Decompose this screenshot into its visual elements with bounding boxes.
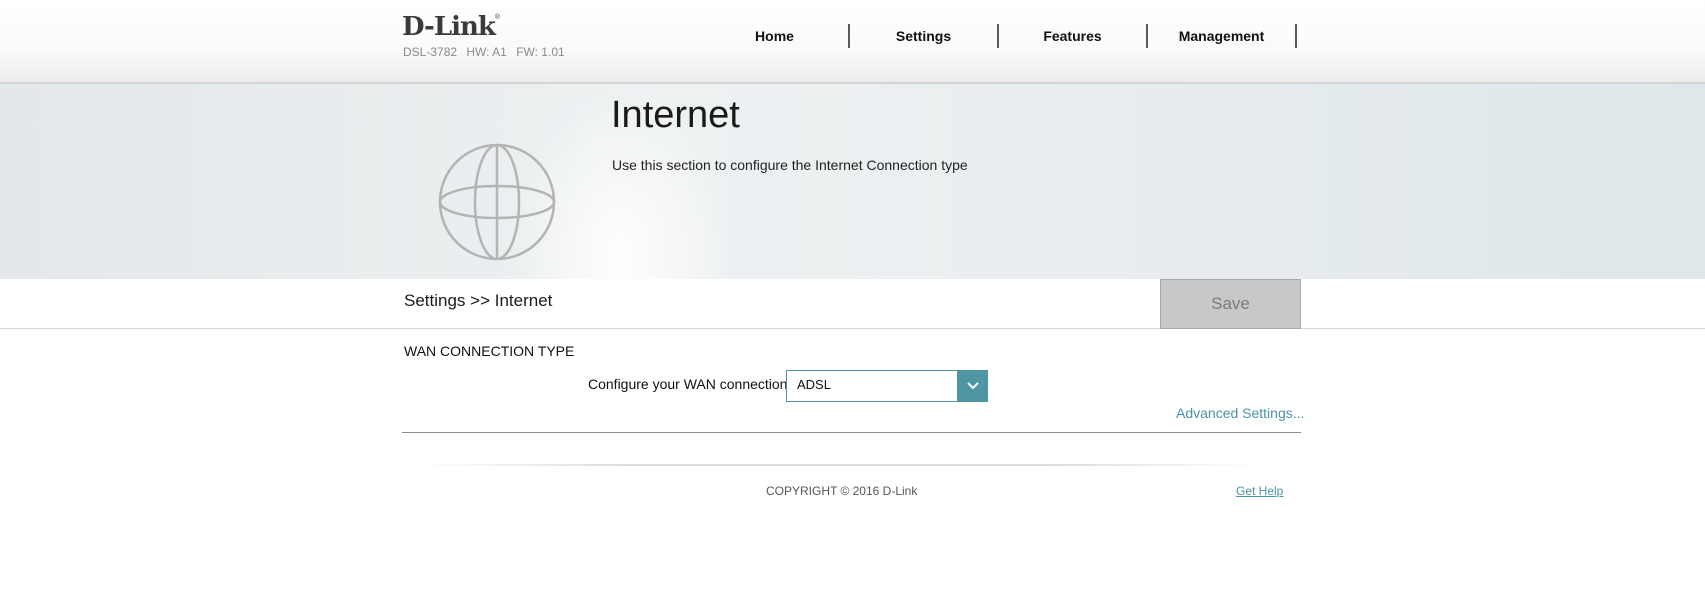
page-description: Use this section to configure the Intern…	[612, 157, 968, 173]
footer-divider	[420, 464, 1260, 466]
nav-home[interactable]: Home	[701, 24, 850, 48]
nav-settings[interactable]: Settings	[850, 24, 999, 48]
section-divider	[402, 432, 1301, 433]
wan-connection-value: ADSL	[797, 377, 831, 392]
globe-icon	[438, 143, 556, 261]
copyright-text: COPYRIGHT © 2016 D-Link	[766, 484, 918, 498]
nav-management[interactable]: Management	[1148, 24, 1297, 48]
wan-connection-select[interactable]: ADSL	[786, 370, 988, 402]
model-number: DSL-3782	[403, 45, 458, 59]
page-hero: Internet Use this section to configure t…	[0, 84, 1705, 280]
main-nav: Home Settings Features Management	[701, 24, 1297, 50]
dlink-logo[interactable]: D-Link®	[402, 14, 500, 40]
breadcrumb-bar: Settings >> Internet Save	[0, 279, 1705, 329]
advanced-settings-link[interactable]: Advanced Settings...	[1176, 405, 1304, 421]
breadcrumb: Settings >> Internet	[404, 291, 553, 310]
hardware-version: HW: A1	[466, 45, 507, 59]
chevron-down-icon[interactable]	[957, 370, 988, 402]
firmware-version: FW: 1.01	[516, 45, 565, 59]
device-info: DSL-3782 HW: A1 FW: 1.01	[403, 45, 571, 59]
get-help-link[interactable]: Get Help	[1236, 484, 1283, 498]
save-button[interactable]: Save	[1160, 279, 1301, 329]
section-title: WAN CONNECTION TYPE	[404, 343, 575, 359]
nav-features[interactable]: Features	[999, 24, 1148, 48]
top-header: D-Link® DSL-3782 HW: A1 FW: 1.01 Home Se…	[0, 0, 1705, 84]
wan-connection-label: Configure your WAN connection:	[588, 376, 792, 392]
page-title: Internet	[611, 94, 740, 136]
